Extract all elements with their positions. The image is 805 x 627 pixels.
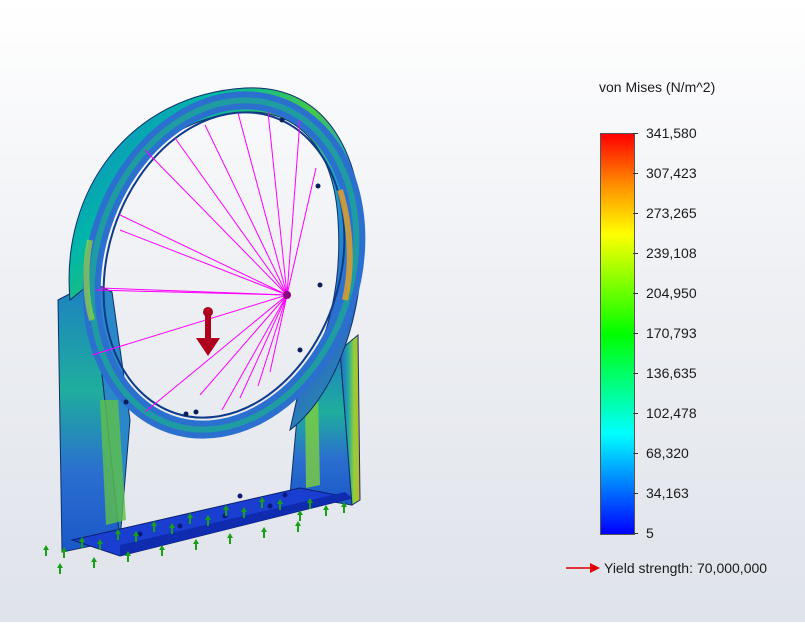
- connector-spoke: [94, 289, 288, 296]
- yield-strength-value: 70,000,000: [696, 560, 768, 576]
- colorbar-tick-label: 204,950: [646, 285, 697, 301]
- connector-spoke: [204, 124, 288, 296]
- colorbar-tick-mark: [633, 213, 638, 214]
- connector-spoke: [119, 229, 288, 296]
- colorbar-tick-mark: [633, 253, 638, 254]
- colorbar-tick-mark: [633, 493, 638, 494]
- colorbar-tick-label: 273,265: [646, 205, 697, 221]
- fixture-pin: [227, 533, 233, 544]
- colorbar-tick-mark: [633, 453, 638, 454]
- load-arrow: [196, 307, 220, 356]
- colorbar-tick-mark: [633, 373, 638, 374]
- connector-spoke: [144, 149, 288, 296]
- yield-arrow-icon: [566, 563, 600, 573]
- fixture-pin: [295, 521, 301, 532]
- colorbar-tick-label: 341,580: [646, 125, 697, 141]
- colorbar-tick-label: 170,793: [646, 325, 697, 341]
- colorbar-tick-mark: [633, 173, 638, 174]
- colorbar-tick-label: 307,423: [646, 165, 697, 181]
- connector-spoke: [257, 294, 288, 387]
- colorbar-tick-label: 5: [646, 525, 654, 541]
- yield-strength-row: Yield strength: 70,000,000: [566, 559, 767, 577]
- colorbar-tick-label: 239,108: [646, 245, 697, 261]
- fixture-pin: [43, 545, 49, 556]
- connector-hub: [283, 291, 291, 299]
- colorbar-tick-mark: [633, 133, 638, 134]
- connector-spoke: [239, 294, 288, 399]
- colorbar-tick-mark: [633, 533, 638, 534]
- fixture-pin: [323, 505, 329, 516]
- colorbar-tick-mark: [633, 293, 638, 294]
- fixture-pin: [57, 563, 63, 574]
- colorbar-tick-mark: [633, 413, 638, 414]
- colorbar-tick-label: 34,163: [646, 485, 689, 501]
- colorbar-tick-label: 68,320: [646, 445, 689, 461]
- fixture-pin: [193, 539, 199, 550]
- legend-title: von Mises (N/m^2): [599, 79, 716, 95]
- connector-spoke: [144, 294, 288, 413]
- fixture-pin: [261, 527, 267, 538]
- fixture-pin: [159, 545, 165, 556]
- colorbar-tick-label: 102,478: [646, 405, 697, 421]
- connector-spoke: [174, 137, 288, 296]
- yield-strength-label: Yield strength:: [604, 560, 693, 576]
- colorbar-tick-mark: [633, 333, 638, 334]
- connector-spoke: [119, 214, 288, 296]
- connector-spoke: [267, 111, 288, 296]
- stress-colorbar: [600, 133, 635, 535]
- colorbar-tick-label: 136,635: [646, 365, 697, 381]
- fixture-pin: [91, 557, 97, 568]
- connector-spoke: [237, 112, 288, 296]
